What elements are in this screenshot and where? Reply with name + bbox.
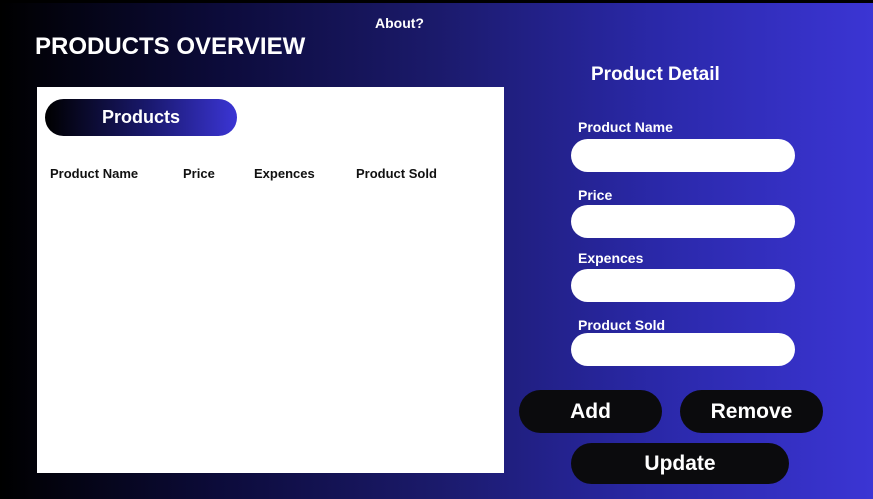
add-button[interactable]: Add xyxy=(519,390,662,433)
products-table-header: Product Name Price Expences Product Sold xyxy=(37,166,504,184)
product-sold-input[interactable] xyxy=(571,333,795,366)
expences-label: Expences xyxy=(578,250,644,266)
remove-button[interactable]: Remove xyxy=(680,390,823,433)
products-panel: Products Product Name Price Expences Pro… xyxy=(37,87,504,473)
product-detail-title: Product Detail xyxy=(591,64,720,85)
product-name-label: Product Name xyxy=(578,119,673,135)
page-title: PRODUCTS OVERVIEW xyxy=(35,33,306,60)
expences-input[interactable] xyxy=(571,269,795,302)
about-link[interactable]: About? xyxy=(375,15,424,31)
price-input[interactable] xyxy=(571,205,795,238)
products-tab[interactable]: Products xyxy=(45,99,237,136)
column-header-product-sold[interactable]: Product Sold xyxy=(356,166,437,181)
product-sold-label: Product Sold xyxy=(578,317,666,333)
product-name-input[interactable] xyxy=(571,139,795,172)
price-label: Price xyxy=(578,187,613,203)
column-header-product-name[interactable]: Product Name xyxy=(50,166,138,181)
update-button[interactable]: Update xyxy=(571,443,789,484)
column-header-expences[interactable]: Expences xyxy=(254,166,315,181)
column-header-price[interactable]: Price xyxy=(183,166,215,181)
